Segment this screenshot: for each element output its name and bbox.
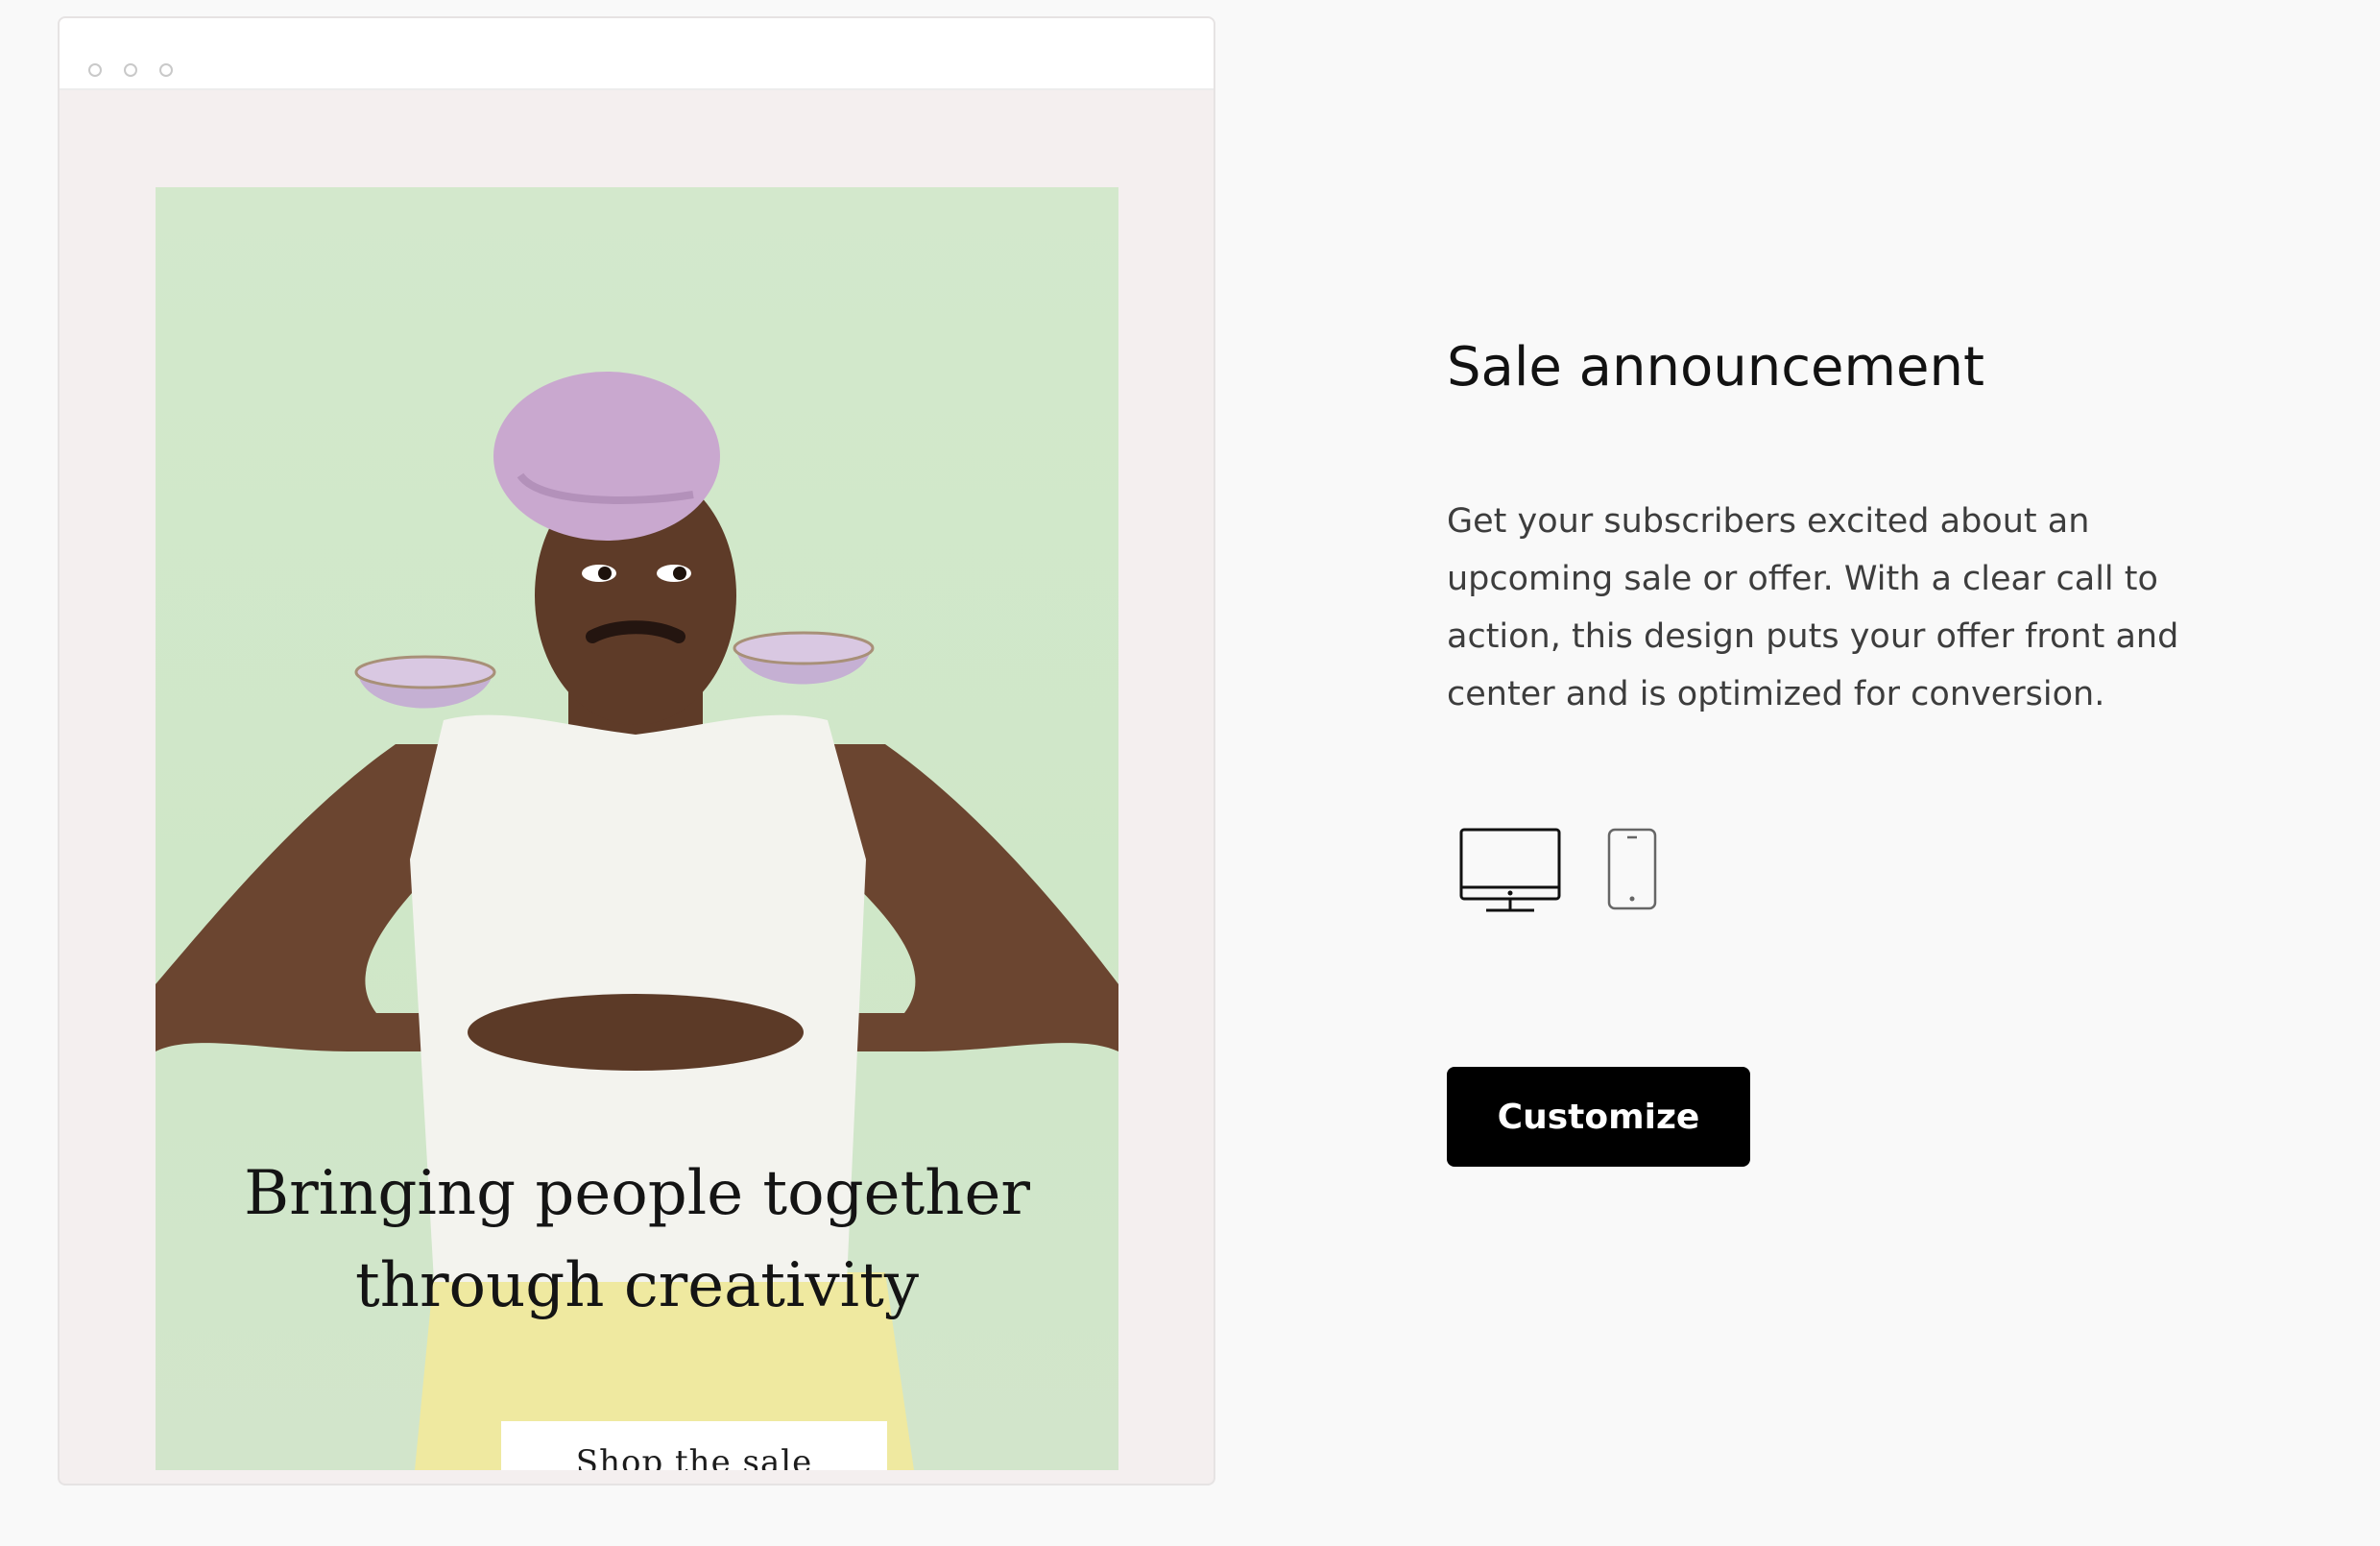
email-headline: Bringing people together through creativ… — [156, 1147, 1118, 1332]
desktop-preview-button[interactable] — [1459, 828, 1561, 914]
email-headline-line-2: through creativity — [355, 1250, 919, 1321]
template-preview-window: Bringing people together through creativ… — [58, 16, 1215, 1486]
email-headline-line-1: Bringing people together — [244, 1158, 1030, 1229]
shop-the-sale-button[interactable]: Shop the sale — [501, 1421, 887, 1470]
window-control-dot-icon — [159, 63, 173, 77]
mobile-preview-button[interactable] — [1607, 828, 1657, 910]
desktop-icon — [1459, 828, 1561, 912]
customize-button[interactable]: Customize — [1447, 1067, 1750, 1167]
email-hero-image: Bringing people together through creativ… — [156, 187, 1118, 1470]
template-title: Sale announcement — [1447, 336, 1984, 399]
mobile-icon — [1607, 828, 1657, 910]
browser-title-bar — [60, 18, 1214, 90]
window-control-dot-icon — [88, 63, 102, 77]
template-description: Get your subscribers excited about an up… — [1447, 502, 2179, 713]
window-control-dot-icon — [124, 63, 137, 77]
